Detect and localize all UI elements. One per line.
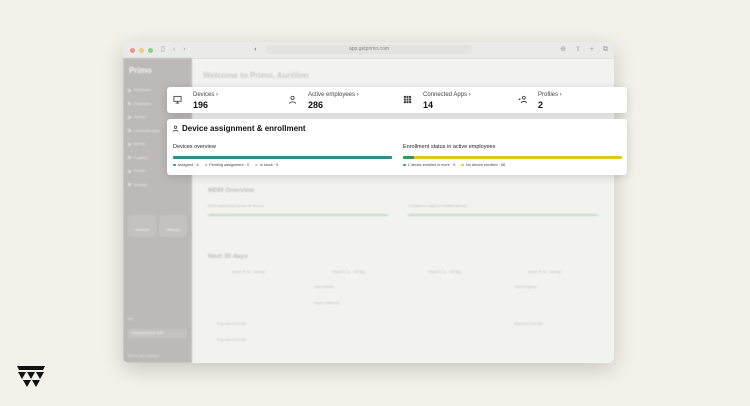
apps-grid-icon	[403, 95, 412, 104]
kpi-label: Profiles ›	[538, 92, 562, 98]
person-icon	[288, 95, 297, 104]
legend-pending: Pending assignment · 0	[204, 163, 249, 167]
enrollment-not-enrolled-fill	[403, 156, 622, 159]
legend-enrolled: 1 device enrolled in more · 5	[403, 163, 455, 167]
monitor-icon	[173, 95, 182, 104]
enrollment-status-legend: 1 device enrolled in more · 5 No device …	[403, 163, 510, 167]
device-assignment-card: Device assignment & enrollment Devices o…	[167, 119, 627, 175]
kpi-value: 14	[423, 100, 434, 110]
profiles-icon	[518, 95, 527, 104]
legend-dot	[204, 163, 208, 167]
legend-dot	[173, 163, 176, 167]
enrollment-enrolled-fill	[403, 156, 414, 159]
kpi-label: Devices ›	[193, 92, 219, 98]
enrollment-status-title: Enrollment status in active employees	[403, 144, 496, 150]
legend-in-stock: In stock · 0	[255, 163, 278, 167]
devices-overview-bar	[173, 156, 392, 159]
kpi-label: Active employees ›	[308, 92, 359, 98]
person-icon	[172, 125, 179, 132]
kpi-label: Connected Apps ›	[423, 92, 471, 98]
enrollment-status-bar	[403, 156, 622, 159]
devices-overview-legend: Assigned · 6 Pending assignment · 0 In s…	[173, 163, 283, 167]
kpi-summary-card: Devices › 196 Active employees › 286 Con…	[167, 87, 627, 113]
kpi-value: 196	[193, 100, 209, 110]
kpi-value: 2	[538, 100, 544, 110]
devices-overview-title: Devices overview	[173, 144, 216, 150]
legend-assigned: Assigned · 6	[173, 163, 199, 167]
legend-not-enrolled: No device enrolled · 88	[461, 163, 505, 167]
kpi-value: 286	[308, 100, 324, 110]
device-assignment-title: Device assignment & enrollment	[182, 124, 306, 133]
legend-dot	[461, 163, 464, 167]
devices-assigned-fill	[173, 156, 392, 159]
brand-logo-icon	[17, 366, 45, 387]
legend-dot	[403, 163, 406, 167]
legend-dot	[255, 163, 258, 167]
